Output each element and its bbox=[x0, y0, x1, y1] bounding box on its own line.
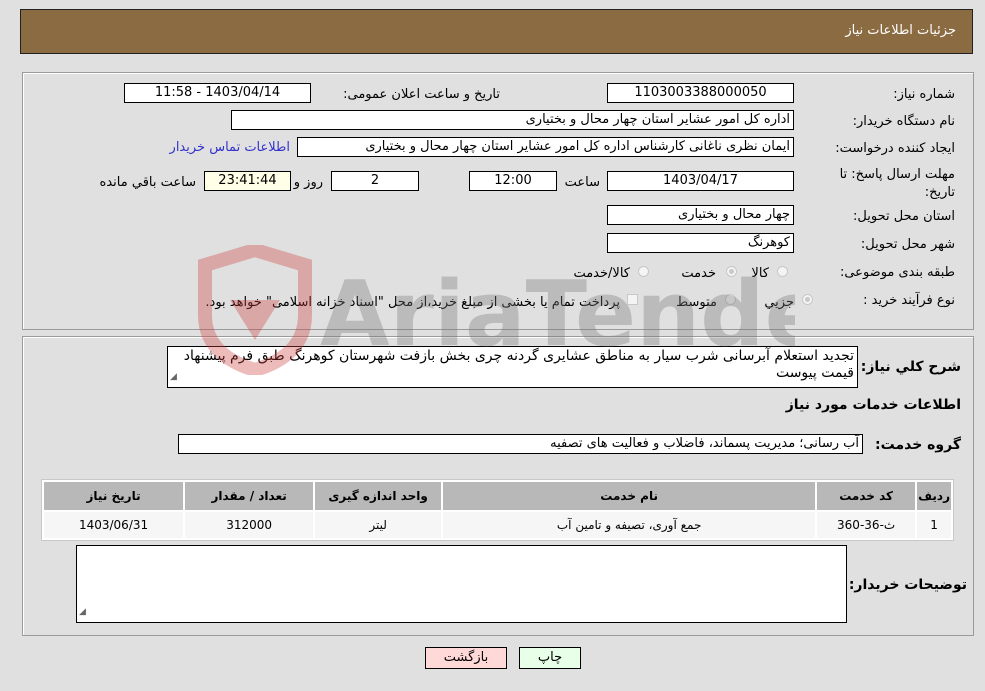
service-group-label: گروه خدمت: bbox=[875, 437, 961, 453]
buyer-contact-link[interactable]: اطلاعات تماس خریدار bbox=[170, 140, 290, 155]
deadline-date-field[interactable]: 1403/04/17 bbox=[607, 171, 794, 191]
process-option-medium: متوسط bbox=[676, 295, 717, 310]
services-section-title: اطلاعات خدمات مورد نیاز bbox=[785, 397, 961, 413]
col-header-row-number: ردیف bbox=[917, 482, 951, 510]
city-label: شهر محل تحویل: bbox=[860, 237, 955, 252]
col-header-unit: واحد اندازه گیری bbox=[315, 482, 442, 510]
col-header-service-code: کد خدمت bbox=[817, 482, 916, 510]
days-label: روز و bbox=[293, 175, 323, 190]
need-details-panel: شرح كلي نياز: تجدید استعلام آبرسانی شرب … bbox=[22, 336, 974, 636]
resize-handle-icon[interactable]: ◢ bbox=[170, 369, 177, 386]
announce-datetime-label: تاریخ و ساعت اعلان عمومی: bbox=[343, 87, 500, 102]
deadline-time-field[interactable]: 12:00 bbox=[469, 171, 557, 191]
page-header: جزئیات اطلاعات نیاز bbox=[20, 9, 973, 54]
category-option-goods-service: کالا/خدمت bbox=[573, 266, 630, 281]
deadline-time-label: ساعت bbox=[564, 175, 600, 190]
category-option-goods: کالا bbox=[751, 266, 769, 281]
category-radio-goods[interactable] bbox=[777, 266, 788, 277]
service-group-field[interactable]: آب رسانی؛ مدیریت پسماند، فاضلاب و فعالیت… bbox=[178, 434, 863, 454]
buyer-org-label: نام دستگاه خریدار: bbox=[852, 114, 955, 129]
table-row: 1 ث-36-360 جمع آوری، تصیفه و تامین آب لی… bbox=[44, 512, 951, 538]
category-option-service: خدمت bbox=[681, 266, 716, 281]
description-label: شرح كلي نياز: bbox=[860, 359, 961, 375]
cell-service-name: جمع آوری، تصیفه و تامین آب bbox=[443, 512, 816, 538]
print-button[interactable]: چاپ bbox=[519, 647, 581, 669]
remaining-time-field: 23:41:44 bbox=[204, 171, 291, 191]
cell-service-code: ث-36-360 bbox=[817, 512, 916, 538]
need-number-label: شماره نیاز: bbox=[893, 87, 955, 102]
col-header-need-date: تاریخ نیاز bbox=[44, 482, 184, 510]
col-header-service-name: نام خدمت bbox=[443, 482, 816, 510]
description-text: تجدید استعلام آبرسانی شرب سیار به مناطق … bbox=[183, 348, 854, 381]
city-field[interactable]: کوهرنگ bbox=[607, 233, 794, 253]
remaining-days-field[interactable]: 2 bbox=[331, 171, 419, 191]
cell-unit: لیتر bbox=[315, 512, 442, 538]
requester-label: ایجاد کننده درخواست: bbox=[835, 141, 955, 156]
announce-datetime-field[interactable]: 1403/04/14 - 11:58 bbox=[124, 83, 311, 103]
resize-handle-icon[interactable]: ◢ bbox=[79, 604, 86, 621]
category-radio-goods-service[interactable] bbox=[638, 266, 649, 277]
services-table: ردیف کد خدمت نام خدمت واحد اندازه گیری ت… bbox=[41, 479, 954, 541]
cell-need-date: 1403/06/31 bbox=[44, 512, 184, 538]
remaining-time-label: ساعت باقي مانده bbox=[99, 175, 196, 190]
cell-row-number: 1 bbox=[917, 512, 951, 538]
buyer-org-field[interactable]: اداره کل امور عشایر استان چهار محال و بخ… bbox=[231, 110, 794, 130]
process-label: نوع فرآیند خرید : bbox=[863, 293, 955, 308]
treasury-checkbox[interactable] bbox=[627, 294, 638, 305]
deadline-label: مهلت ارسال پاسخ: تا تاریخ: bbox=[839, 167, 955, 200]
page-title: جزئیات اطلاعات نیاز bbox=[845, 23, 956, 38]
buyer-notes-textarea[interactable]: ◢ bbox=[76, 545, 847, 623]
table-header-row: ردیف کد خدمت نام خدمت واحد اندازه گیری ت… bbox=[44, 482, 951, 510]
province-field[interactable]: چهار محال و بختیاری bbox=[607, 205, 794, 225]
need-number-field[interactable]: 1103003388000050 bbox=[607, 83, 794, 103]
treasury-note: پرداخت تمام یا بخشی از مبلغ خرید،از محل … bbox=[205, 295, 620, 310]
col-header-quantity: تعداد / مقدار bbox=[185, 482, 314, 510]
process-option-minor: جزيي bbox=[764, 295, 794, 310]
buyer-notes-label: توضیحات خریدار: bbox=[848, 577, 967, 593]
category-label: طبقه بندی موضوعی: bbox=[839, 265, 955, 280]
cell-quantity: 312000 bbox=[185, 512, 314, 538]
description-textarea[interactable]: تجدید استعلام آبرسانی شرب سیار به مناطق … bbox=[167, 346, 858, 388]
category-radio-service[interactable] bbox=[726, 266, 737, 277]
back-button[interactable]: بازگشت bbox=[425, 647, 507, 669]
process-radio-medium[interactable] bbox=[725, 294, 736, 305]
need-info-panel: شماره نیاز: 1103003388000050 تاریخ و ساع… bbox=[22, 72, 974, 330]
requester-field[interactable]: ایمان نظری ناغانی کارشناس اداره کل امور … bbox=[297, 137, 794, 157]
process-radio-minor[interactable] bbox=[802, 294, 813, 305]
province-label: استان محل تحویل: bbox=[853, 209, 955, 224]
